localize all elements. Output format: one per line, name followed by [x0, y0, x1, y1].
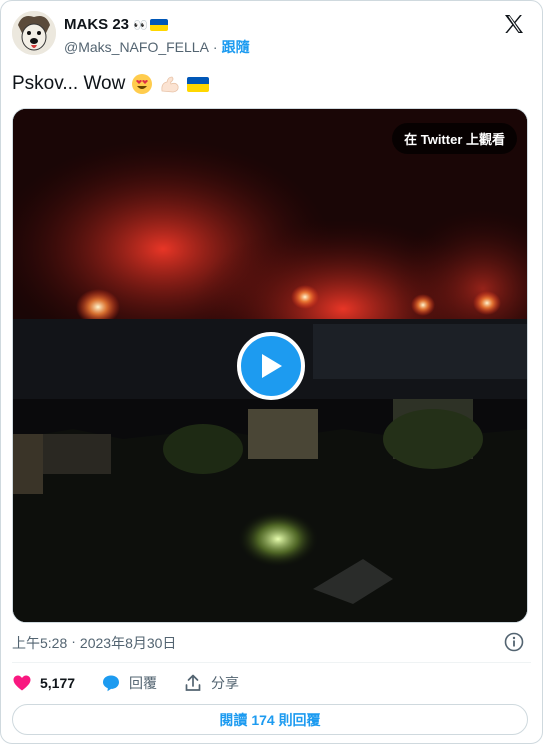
tweet-text-body: Pskov... Wow: [12, 73, 126, 94]
reply-label: 回覆: [129, 675, 158, 691]
read-replies-button[interactable]: 閱讀 174 則回覆: [12, 704, 528, 735]
play-button[interactable]: [237, 332, 305, 400]
timestamp-separator: ·: [71, 633, 76, 649]
tweet-timestamp[interactable]: 上午5:28 · 2023年8月30日: [12, 633, 176, 653]
watch-on-twitter-button[interactable]: 在 Twitter 上觀看: [392, 123, 517, 154]
handle-separator: ·: [212, 39, 218, 55]
heart-eyes-emoji-icon: [132, 74, 153, 94]
reply-button[interactable]: 回覆: [101, 673, 157, 693]
divider: [12, 662, 531, 663]
author-name-row[interactable]: MAKS 23 👀: [64, 15, 168, 35]
share-label: 分享: [211, 675, 240, 691]
tweet-text: Pskov... Wow: [12, 71, 210, 97]
play-icon: [262, 354, 282, 378]
x-logo-icon[interactable]: [502, 12, 526, 36]
heart-icon: [13, 675, 31, 691]
tweet-card: MAKS 23 👀 @Maks_NAFO_FELLA · 跟隨 Pskov...…: [0, 0, 543, 744]
avatar-dog-icon: [12, 11, 56, 55]
share-icon: [185, 674, 201, 691]
author-handle[interactable]: @Maks_NAFO_FELLA: [64, 39, 209, 55]
timestamp-time: 上午5:28: [12, 635, 68, 651]
ukraine-flag-icon: [149, 19, 168, 31]
info-icon[interactable]: [504, 632, 524, 652]
read-replies-suffix: 則回覆: [278, 711, 321, 728]
timestamp-date: 2023年8月30日: [79, 635, 177, 651]
author-display-name[interactable]: MAKS 23: [64, 15, 129, 35]
avatar[interactable]: [12, 11, 56, 55]
read-replies-count: 174: [251, 711, 275, 728]
read-replies-prefix: 閱讀: [219, 711, 248, 728]
ukraine-flag-emoji-icon: [187, 76, 210, 92]
like-button[interactable]: 5,177: [12, 673, 75, 693]
share-button[interactable]: 分享: [183, 673, 239, 693]
eyes-emoji: 👀: [133, 18, 148, 32]
reply-bubble-icon: [103, 675, 120, 692]
like-count: 5,177: [40, 675, 76, 691]
video-player[interactable]: 在 Twitter 上觀看: [12, 108, 528, 623]
flexed-biceps-emoji-icon: [161, 76, 179, 93]
author-handle-row: @Maks_NAFO_FELLA · 跟隨: [64, 37, 250, 57]
follow-button[interactable]: 跟隨: [222, 37, 250, 57]
tweet-actions: 5,177 回覆 分享: [12, 669, 239, 697]
